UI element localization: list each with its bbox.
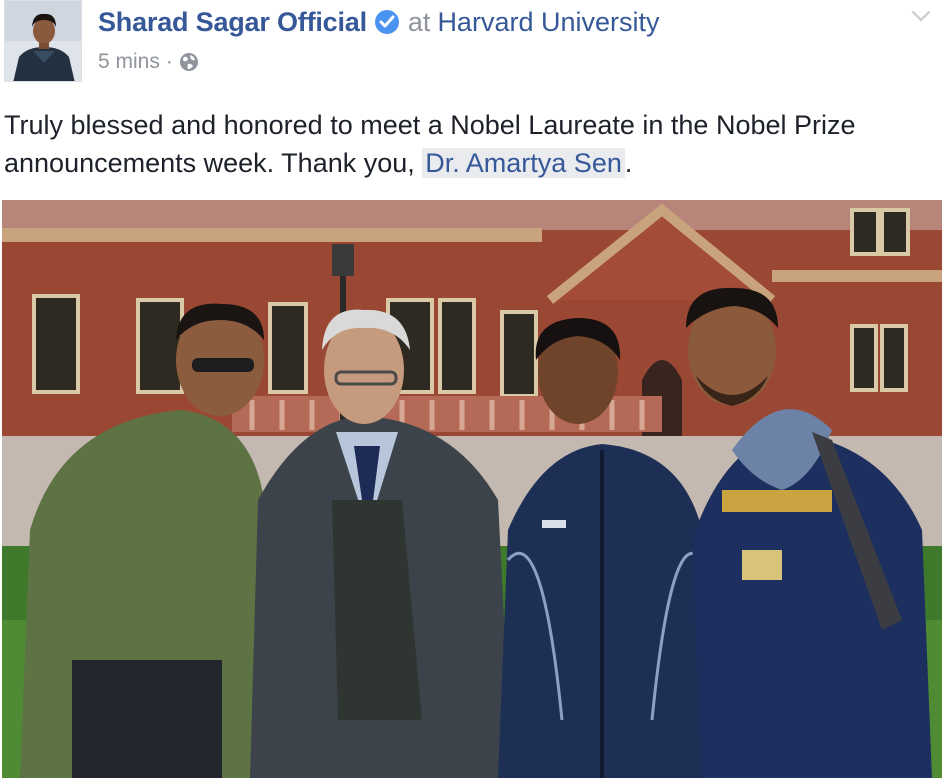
post-text: Truly blessed and honored to meet a Nobe… [4, 106, 934, 182]
post-text-end: . [624, 148, 633, 178]
globe-icon[interactable] [179, 52, 199, 72]
post-header-title: Sharad Sagar Official at Harvard Univers… [98, 4, 660, 40]
facebook-post: Sharad Sagar Official at Harvard Univers… [0, 0, 942, 778]
post-meta: 5 mins · [98, 48, 199, 76]
chevron-down-icon[interactable] [910, 8, 932, 24]
timestamp-link[interactable]: 5 mins [98, 50, 160, 74]
meta-separator: · [165, 50, 173, 73]
author-avatar[interactable] [4, 0, 82, 82]
verified-badge-icon [374, 10, 399, 34]
post-photo[interactable] [2, 200, 942, 778]
location-link[interactable]: Harvard University [437, 7, 659, 38]
mention-link[interactable]: Dr. Amartya Sen [422, 148, 625, 178]
author-name-link[interactable]: Sharad Sagar Official [98, 7, 367, 38]
at-label: at [407, 6, 431, 37]
